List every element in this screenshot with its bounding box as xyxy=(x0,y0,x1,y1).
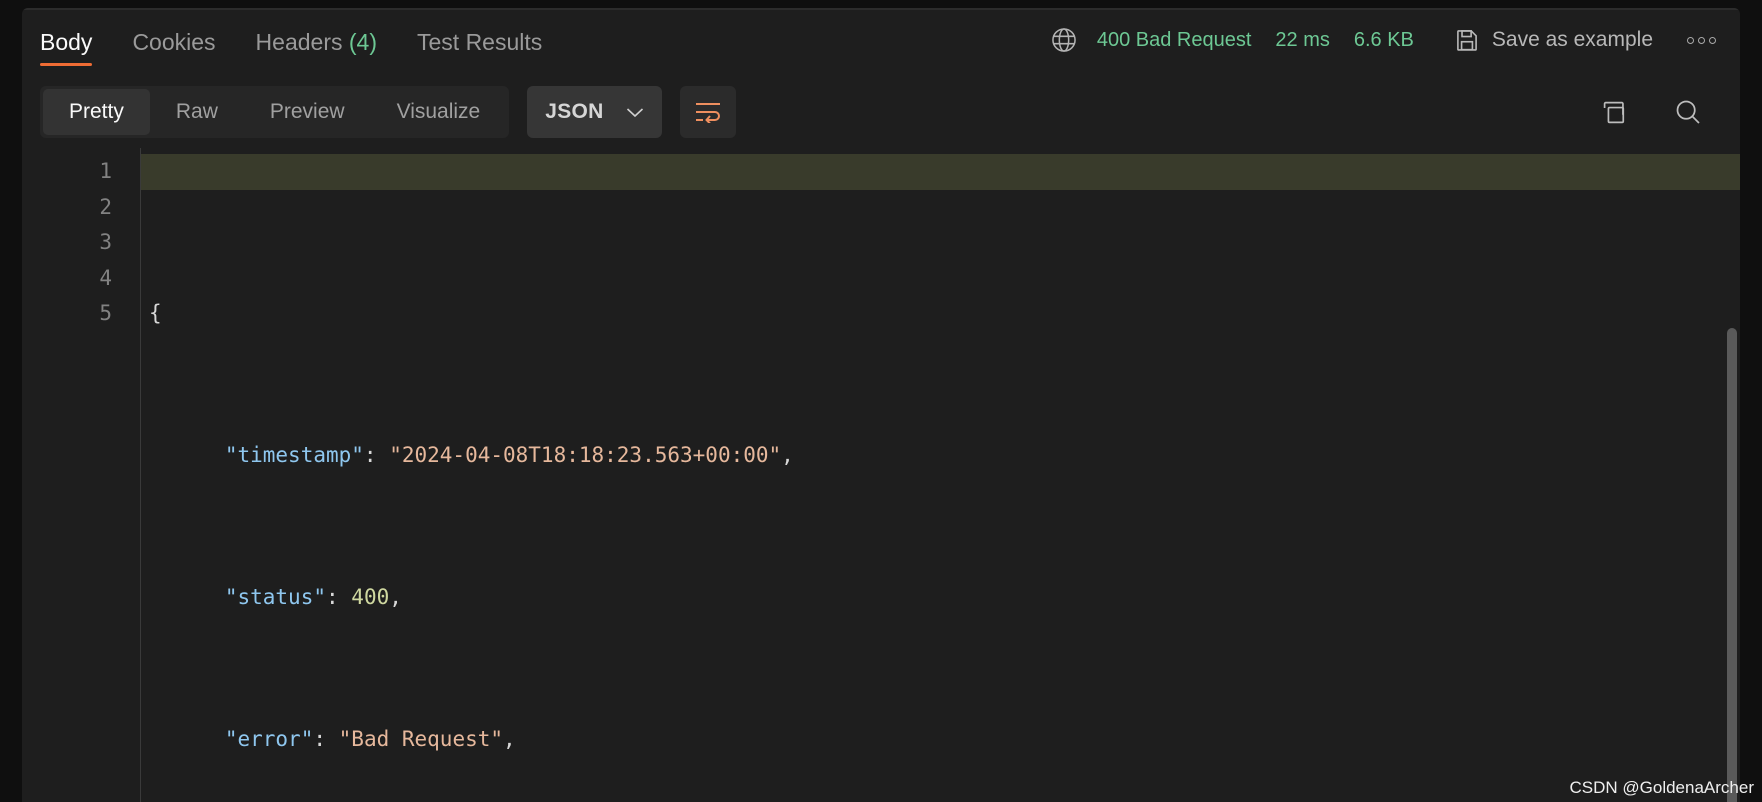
status-code-text: 400 Bad Request xyxy=(1096,28,1252,51)
tab-headers-count: (4) xyxy=(348,29,377,55)
json-code-content[interactable]: { "timestamp": "2024-04-08T18:18:23.563+… xyxy=(141,148,1740,802)
json-key-status: "status" xyxy=(224,585,326,609)
view-mode-pretty[interactable]: Pretty xyxy=(43,89,150,135)
status-time: 22 ms xyxy=(1275,28,1330,51)
code-line-4: "error": "Bad Request", xyxy=(149,722,1740,758)
save-icon xyxy=(1456,30,1477,51)
line-number: 2 xyxy=(99,194,112,219)
response-actions xyxy=(1601,98,1720,126)
line-number: 4 xyxy=(99,265,112,290)
colon: : xyxy=(313,727,339,751)
json-key-error: "error" xyxy=(224,727,314,751)
active-line-highlight xyxy=(141,154,1740,190)
response-view-toolbar: Pretty Raw Preview Visualize JSON xyxy=(22,76,1740,148)
word-wrap-toggle[interactable] xyxy=(679,86,736,138)
save-as-example-button[interactable]: Save as example xyxy=(1454,27,1653,53)
response-tabs: Body Cookies Headers (4) Test Results xyxy=(40,8,582,76)
watermark: CSDN @GoldenaArcher xyxy=(1569,778,1755,797)
tab-test-results[interactable]: Test Results xyxy=(417,31,542,76)
word-wrap-icon xyxy=(695,103,720,123)
view-mode-preview-label: Preview xyxy=(269,100,345,123)
more-dot-3 xyxy=(1709,36,1716,44)
status-size: 6.6 KB xyxy=(1353,28,1414,51)
view-mode-pretty-label: Pretty xyxy=(69,100,124,123)
search-button[interactable] xyxy=(1674,98,1702,126)
tab-test-results-label: Test Results xyxy=(417,29,543,55)
tab-body[interactable]: Body xyxy=(40,29,93,76)
tab-cookies[interactable]: Cookies xyxy=(132,31,215,76)
copy-button[interactable] xyxy=(1601,99,1628,126)
comma: , xyxy=(781,443,794,467)
globe-icon xyxy=(1052,28,1076,52)
view-mode-visualize-label: Visualize xyxy=(396,100,481,123)
response-status-bar: 400 Bad Request 22 ms 6.6 KB Save as exa… xyxy=(1051,27,1720,57)
view-mode-raw[interactable]: Raw xyxy=(150,89,244,135)
language-select-value: JSON xyxy=(545,100,604,123)
response-tab-bar: Body Cookies Headers (4) Test Results 40… xyxy=(22,8,1740,76)
view-mode-visualize[interactable]: Visualize xyxy=(371,89,507,135)
json-value-timestamp: "2024-04-08T18:18:23.563+00:00" xyxy=(389,443,782,467)
code-line-1: { xyxy=(149,296,1740,332)
tab-cookies-label: Cookies xyxy=(132,29,216,55)
colon: : xyxy=(326,585,352,609)
json-value-status: 400 xyxy=(351,585,390,609)
vertical-scrollbar[interactable] xyxy=(1727,328,1737,802)
comma: , xyxy=(503,727,516,751)
response-body-editor[interactable]: 1 2 3 4 5 { "timestamp": "2024-04-08T18:… xyxy=(22,148,1740,802)
more-dot-2 xyxy=(1698,36,1705,44)
line-number: 1 xyxy=(99,159,112,183)
colon: : xyxy=(363,443,390,467)
json-open-brace: { xyxy=(149,301,162,325)
copy-icon xyxy=(1603,101,1625,123)
save-as-example-label: Save as example xyxy=(1491,28,1653,51)
more-dot-1 xyxy=(1687,36,1694,44)
line-number: 5 xyxy=(99,301,112,325)
response-panel: Body Cookies Headers (4) Test Results 40… xyxy=(22,8,1740,802)
line-number-gutter: 1 2 3 4 5 xyxy=(22,148,140,802)
tab-body-label: Body xyxy=(40,29,93,55)
view-mode-raw-label: Raw xyxy=(175,100,218,123)
tab-headers-label: Headers xyxy=(255,29,343,55)
view-mode-group: Pretty Raw Preview Visualize xyxy=(40,86,510,138)
more-options-icon[interactable] xyxy=(1683,29,1720,52)
tab-headers[interactable]: Headers (4) xyxy=(256,31,377,76)
line-number: 3 xyxy=(99,230,112,254)
search-icon xyxy=(1676,100,1700,124)
view-mode-preview[interactable]: Preview xyxy=(244,89,371,135)
code-line-3: "status": 400, xyxy=(149,580,1740,616)
code-line-2: "timestamp": "2024-04-08T18:18:23.563+00… xyxy=(149,438,1740,474)
json-value-error: "Bad Request" xyxy=(338,727,504,751)
json-key-timestamp: "timestamp" xyxy=(224,443,364,467)
language-select[interactable]: JSON xyxy=(527,86,662,138)
comma: , xyxy=(389,585,402,609)
chevron-down-icon xyxy=(626,107,643,117)
